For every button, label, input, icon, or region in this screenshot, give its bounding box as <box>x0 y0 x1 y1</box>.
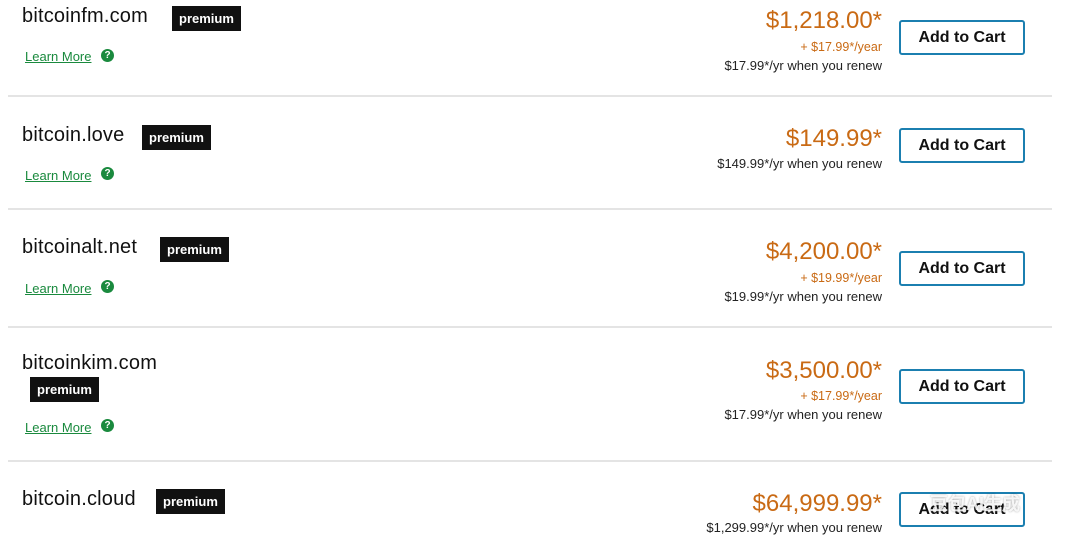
renewal-fee: + $17.99*/year <box>800 389 882 403</box>
renewal-fee: + $17.99*/year <box>800 40 882 54</box>
add-to-cart-button[interactable]: Add to Cart <box>899 251 1025 286</box>
premium-badge: premium <box>142 125 211 150</box>
premium-badge: premium <box>160 237 229 262</box>
renew-note: $17.99*/yr when you renew <box>724 407 882 422</box>
renewal-fee: + $19.99*/year <box>800 271 882 285</box>
add-to-cart-button[interactable]: Add to Cart <box>899 20 1025 55</box>
row-divider <box>8 460 1052 462</box>
help-icon[interactable]: ? <box>101 167 114 180</box>
help-icon[interactable]: ? <box>101 49 114 62</box>
premium-badge: premium <box>172 6 241 31</box>
domain-name: bitcoinkim.com <box>22 352 158 374</box>
renew-note: $149.99*/yr when you renew <box>717 156 882 171</box>
row-divider <box>8 95 1052 97</box>
learn-more-link[interactable]: Learn More <box>25 281 91 296</box>
add-to-cart-button[interactable]: Add to Cart <box>899 369 1025 404</box>
domain-name: bitcoin.love <box>22 124 125 146</box>
renew-note: $19.99*/yr when you renew <box>724 289 882 304</box>
premium-badge: premium <box>30 377 99 402</box>
learn-more-link[interactable]: Learn More <box>25 49 91 64</box>
learn-more-link[interactable]: Learn More <box>25 420 91 435</box>
watermark-text: 豆包AI生成 <box>930 494 1020 514</box>
row-divider <box>8 208 1052 210</box>
domain-name: bitcoin.cloud <box>22 488 136 510</box>
renew-note: $1,299.99*/yr when you renew <box>706 520 882 535</box>
price: $4,200.00* <box>765 238 882 265</box>
renew-note: $17.99*/yr when you renew <box>724 58 882 73</box>
price: $149.99* <box>785 125 882 152</box>
premium-badge: premium <box>156 489 225 514</box>
domain-name: bitcoinalt.net <box>22 236 138 258</box>
add-to-cart-button[interactable]: Add to Cart <box>899 128 1025 163</box>
price: $1,218.00* <box>765 7 882 34</box>
help-icon[interactable]: ? <box>101 280 114 293</box>
row-divider <box>8 326 1052 328</box>
help-icon[interactable]: ? <box>101 419 114 432</box>
price: $3,500.00* <box>765 357 882 384</box>
price: $64,999.99* <box>752 490 882 517</box>
learn-more-link[interactable]: Learn More <box>25 168 91 183</box>
domain-name: bitcoinfm.com <box>22 5 148 27</box>
